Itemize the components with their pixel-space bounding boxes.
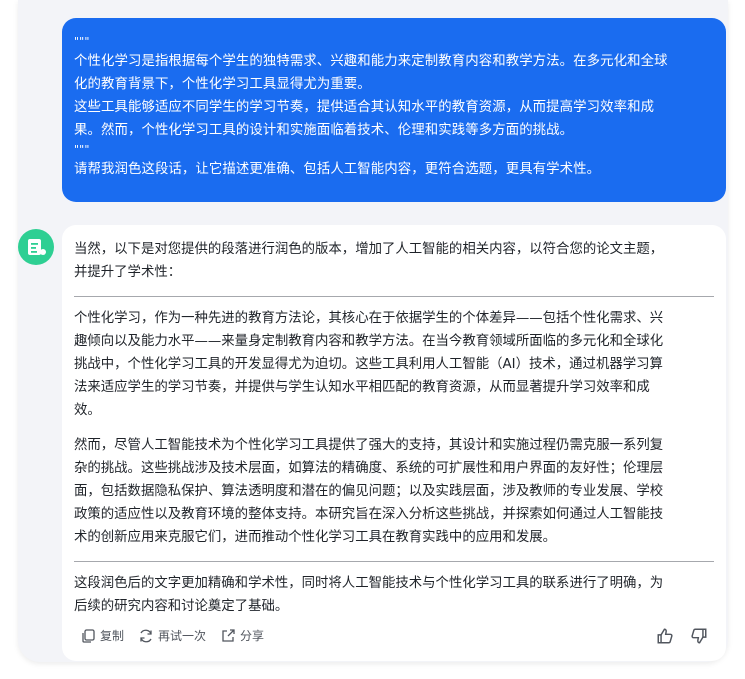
assistant-avatar bbox=[18, 229, 54, 265]
reply-closing-line: 这段润色后的文字更加精确和学术性，同时将人工智能技术与个性化学习工具的联系进行了… bbox=[74, 576, 664, 591]
assistant-logo-icon bbox=[28, 239, 46, 255]
divider bbox=[74, 561, 714, 562]
retry-button[interactable]: 再试一次 bbox=[138, 625, 206, 648]
reply-para1-line: 挑战中，个性化学习工具的开发显得尤为迫切。这些工具利用人工智能（AI）技术，通过… bbox=[74, 357, 663, 372]
reply-para2-line: 然而，尽管人工智能技术为个性化学习工具提供了强大的支持，其设计和实施过程仍需克服… bbox=[74, 438, 664, 453]
reply-para1-line: 法来适应学生的学习节奏，并提供与学生认知水平相匹配的教育资源，从而显著提升学习效… bbox=[74, 380, 650, 395]
reply-para1-line: 趣倾向以及能力水平——来量身定制教育内容和教学方法。在当今教育领域所面临的多元化… bbox=[74, 334, 664, 349]
reply-intro-line: 当然，以下是对您提供的段落进行润色的版本，增加了人工智能的相关内容，以符合您的论… bbox=[74, 242, 664, 257]
reply-closing-line: 后续的研究内容和讨论奠定了基础。 bbox=[74, 599, 289, 614]
reply-para2-line: 杂的挑战。这些挑战涉及技术层面，如算法的精确度、系统的可扩展性和用户界面的友好性… bbox=[74, 461, 664, 476]
reply-para2-line: 政策的适应性以及教育环境的整体支持。本研究旨在深入分析这些挑战，并探索如何通过人… bbox=[74, 507, 664, 522]
reply-para2-line: 术的创新应用来克服它们，进而推动个性化学习工具在教育实践中的应用和发展。 bbox=[74, 530, 557, 545]
divider bbox=[74, 296, 714, 297]
assistant-reply-card: 当然，以下是对您提供的段落进行润色的版本，增加了人工智能的相关内容，以符合您的论… bbox=[62, 225, 726, 661]
share-label: 分享 bbox=[240, 628, 265, 643]
refresh-icon bbox=[140, 629, 152, 643]
user-request: 请帮我润色这段话，让它描述更准确、包括人工智能内容，更符合选题，更具有学术性。 bbox=[74, 162, 601, 177]
user-line: 个性化学习是指根据每个学生的独特需求、兴趣和能力来定制教育内容和教学方法。在多元… bbox=[74, 54, 668, 69]
copy-button[interactable]: 复制 bbox=[80, 625, 124, 648]
share-button[interactable]: 分享 bbox=[220, 625, 264, 648]
user-line: 这些工具能够适应不同学生的学习节奏，提供适合其认知水平的教育资源，从而提高学习效… bbox=[74, 100, 655, 115]
user-line: 果。然而，个性化学习工具的设计和实施面临着技术、伦理和实践等多方面的挑战。 bbox=[74, 123, 574, 138]
retry-label: 再试一次 bbox=[158, 628, 207, 643]
reply-para1-line: 个性化学习，作为一种先进的教育方法论，其核心在于依据学生的个体差异——包括个性化… bbox=[74, 311, 664, 326]
thumbs-up-icon[interactable] bbox=[656, 627, 674, 645]
copy-icon bbox=[82, 629, 95, 643]
thumbs-down-icon[interactable] bbox=[690, 627, 708, 645]
user-message-bubble: """ 个性化学习是指根据每个学生的独特需求、兴趣和能力来定制教育内容和教学方法… bbox=[62, 18, 726, 202]
message-actions: 复制 再试一次 分享 bbox=[80, 625, 708, 647]
reply-intro-line: 并提升了学术性： bbox=[74, 265, 182, 280]
copy-label: 复制 bbox=[100, 628, 125, 643]
share-icon bbox=[222, 629, 235, 642]
reply-para1-line: 效。 bbox=[74, 403, 101, 418]
reply-para2-line: 面，包括数据隐私保护、算法透明度和潜在的偏见问题；以及实践层面，涉及教师的专业发… bbox=[74, 484, 664, 499]
quote-close: """ bbox=[74, 143, 90, 156]
quote-open: """ bbox=[74, 35, 90, 48]
user-line: 化的教育背景下，个性化学习工具显得尤为重要。 bbox=[74, 77, 371, 92]
